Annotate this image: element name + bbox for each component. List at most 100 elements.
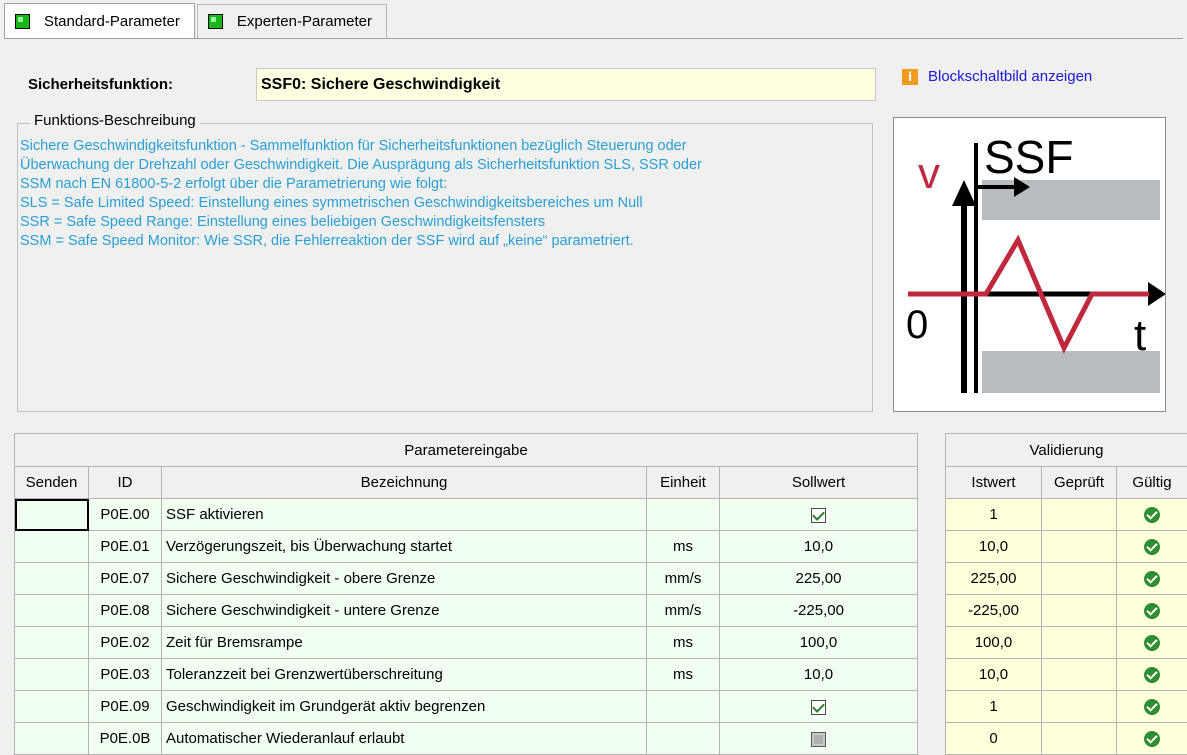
send-cell[interactable] bbox=[14, 498, 89, 531]
tab-experten-parameter[interactable]: Experten-Parameter bbox=[196, 4, 387, 38]
setpoint-cell[interactable] bbox=[719, 722, 918, 755]
param-id: P0E.08 bbox=[88, 594, 162, 627]
tab-label: Standard-Parameter bbox=[44, 13, 180, 30]
send-cell[interactable] bbox=[14, 530, 89, 563]
param-name: Toleranzzeit bei Grenzwertüberschreitung bbox=[161, 658, 647, 691]
description-line: SLS = Safe Limited Speed: Einstellung ei… bbox=[20, 195, 643, 211]
param-unit: mm/s bbox=[646, 562, 720, 595]
checked-cell[interactable] bbox=[1041, 658, 1117, 691]
param-name: Automatischer Wiederanlauf erlaubt bbox=[161, 722, 647, 755]
t-label: t bbox=[1134, 311, 1146, 360]
tab-label: Experten-Parameter bbox=[236, 13, 372, 30]
send-cell[interactable] bbox=[14, 562, 89, 595]
column-header-actual[interactable]: Istwert bbox=[945, 466, 1042, 499]
param-name: Sichere Geschwindigkeit - untere Grenze bbox=[161, 594, 647, 627]
table-row[interactable]: P0E.03 Toleranzzeit bei Grenzwertüberschr… bbox=[14, 658, 1187, 691]
t-axis-arrow bbox=[1148, 282, 1166, 306]
tab-standard-parameter[interactable]: Standard-Parameter bbox=[4, 3, 195, 39]
valid-cell bbox=[1115, 690, 1187, 723]
column-header-name[interactable]: Bezeichnung bbox=[161, 466, 647, 499]
checked-cell[interactable] bbox=[1041, 626, 1117, 659]
valid-cell bbox=[1115, 626, 1187, 659]
setpoint-cell[interactable]: 225,00 bbox=[719, 562, 918, 595]
checked-cell[interactable] bbox=[1041, 722, 1117, 755]
valid-cell bbox=[1115, 594, 1187, 627]
send-cell[interactable] bbox=[14, 690, 89, 723]
column-header-checked[interactable]: Geprüft bbox=[1041, 466, 1117, 499]
actual-value: 100,0 bbox=[945, 626, 1042, 659]
checked-cell[interactable] bbox=[1041, 530, 1117, 563]
safety-function-field[interactable]: SSF0: Sichere Geschwindigkeit bbox=[256, 68, 876, 101]
actual-value: 10,0 bbox=[945, 530, 1042, 563]
checked-cell[interactable] bbox=[1041, 498, 1117, 531]
block-diagram-link[interactable]: i Blockschaltbild anzeigen bbox=[902, 68, 1092, 85]
send-cell[interactable] bbox=[14, 722, 89, 755]
setpoint-cell[interactable]: 100,0 bbox=[719, 626, 918, 659]
valid-cell bbox=[1115, 562, 1187, 595]
checked-cell[interactable] bbox=[1041, 690, 1117, 723]
param-unit bbox=[646, 498, 720, 531]
tab-divider bbox=[4, 38, 1183, 39]
setpoint-checkbox[interactable] bbox=[811, 699, 826, 715]
table-row[interactable]: P0E.01 Verzögerungszeit, bis Überwachung … bbox=[14, 530, 1187, 563]
param-unit: ms bbox=[646, 530, 720, 563]
param-id: P0E.07 bbox=[88, 562, 162, 595]
table-row[interactable]: P0E.07 Sichere Geschwindigkeit - obere Gr… bbox=[14, 562, 1187, 595]
table-row[interactable]: P0E.02 Zeit für Bremsrampe ms 100,0 100,0 bbox=[14, 626, 1187, 659]
valid-check-icon bbox=[1144, 539, 1161, 556]
send-cell[interactable] bbox=[14, 594, 89, 627]
table-row[interactable]: P0E.08 Sichere Geschwindigkeit - untere G… bbox=[14, 594, 1187, 627]
param-name: Sichere Geschwindigkeit - obere Grenze bbox=[161, 562, 647, 595]
column-header-id[interactable]: ID bbox=[88, 466, 162, 499]
description-line: SSM nach EN 61800-5-2 erfolgt über die P… bbox=[20, 176, 448, 192]
param-unit bbox=[646, 722, 720, 755]
setpoint-cell[interactable]: 10,0 bbox=[719, 658, 918, 691]
parameter-table: Parametereingabe Validierung Senden ID B… bbox=[14, 433, 1187, 755]
zero-label: 0 bbox=[906, 303, 928, 347]
param-id: P0E.01 bbox=[88, 530, 162, 563]
setpoint-cell[interactable] bbox=[719, 498, 918, 531]
v-axis-arrow bbox=[952, 180, 976, 206]
valid-check-icon bbox=[1144, 635, 1161, 652]
param-unit bbox=[646, 690, 720, 723]
table-column-header: Senden ID Bezeichnung Einheit Sollwert I… bbox=[14, 466, 1187, 499]
actual-value: 225,00 bbox=[945, 562, 1042, 595]
send-cell[interactable] bbox=[14, 626, 89, 659]
setpoint-checkbox[interactable] bbox=[811, 507, 826, 523]
ssf-diagram-graphic: SSF v 0 t bbox=[906, 131, 1166, 393]
setpoint-checkbox[interactable] bbox=[811, 731, 826, 747]
description-text: Sichere Geschwindigkeitsfunktion - Samme… bbox=[20, 137, 870, 251]
valid-check-icon bbox=[1144, 667, 1161, 684]
group-header-input: Parametereingabe bbox=[14, 433, 918, 467]
valid-check-icon bbox=[1144, 699, 1161, 716]
column-header-send[interactable]: Senden bbox=[14, 466, 89, 499]
param-id: P0E.00 bbox=[88, 498, 162, 531]
setpoint-cell[interactable] bbox=[719, 690, 918, 723]
table-row[interactable]: P0E.00 SSF aktivieren 1 bbox=[14, 498, 1187, 531]
column-header-valid[interactable]: Gültig bbox=[1115, 466, 1187, 499]
block-diagram-link-label[interactable]: Blockschaltbild anzeigen bbox=[928, 68, 1092, 85]
valid-check-icon bbox=[1144, 507, 1161, 524]
valid-cell bbox=[1115, 530, 1187, 563]
valid-cell bbox=[1115, 498, 1187, 531]
group-header-validation: Validierung bbox=[944, 433, 1187, 467]
table-row[interactable]: P0E.09 Geschwindigkeit im Grundgerät akti… bbox=[14, 690, 1187, 723]
valid-check-icon bbox=[1144, 731, 1161, 748]
column-header-unit[interactable]: Einheit bbox=[646, 466, 720, 499]
column-header-setpoint[interactable]: Sollwert bbox=[719, 466, 918, 499]
setpoint-cell[interactable]: -225,00 bbox=[719, 594, 918, 627]
checked-cell[interactable] bbox=[1041, 594, 1117, 627]
param-name: Geschwindigkeit im Grundgerät aktiv begr… bbox=[161, 690, 647, 723]
checked-cell[interactable] bbox=[1041, 562, 1117, 595]
tab-bar: Standard-Parameter Experten-Parameter bbox=[4, 3, 387, 39]
actual-value: 0 bbox=[945, 722, 1042, 755]
param-unit: ms bbox=[646, 658, 720, 691]
send-cell[interactable] bbox=[14, 658, 89, 691]
description-line: SSM = Safe Speed Monitor: Wie SSR, die F… bbox=[20, 233, 634, 249]
param-id: P0E.03 bbox=[88, 658, 162, 691]
param-name: Zeit für Bremsrampe bbox=[161, 626, 647, 659]
valid-check-icon bbox=[1144, 603, 1161, 620]
table-group-header: Parametereingabe Validierung bbox=[14, 433, 1187, 467]
setpoint-cell[interactable]: 10,0 bbox=[719, 530, 918, 563]
table-row[interactable]: P0E.0B Automatischer Wiederanlauf erlaubt… bbox=[14, 722, 1187, 755]
